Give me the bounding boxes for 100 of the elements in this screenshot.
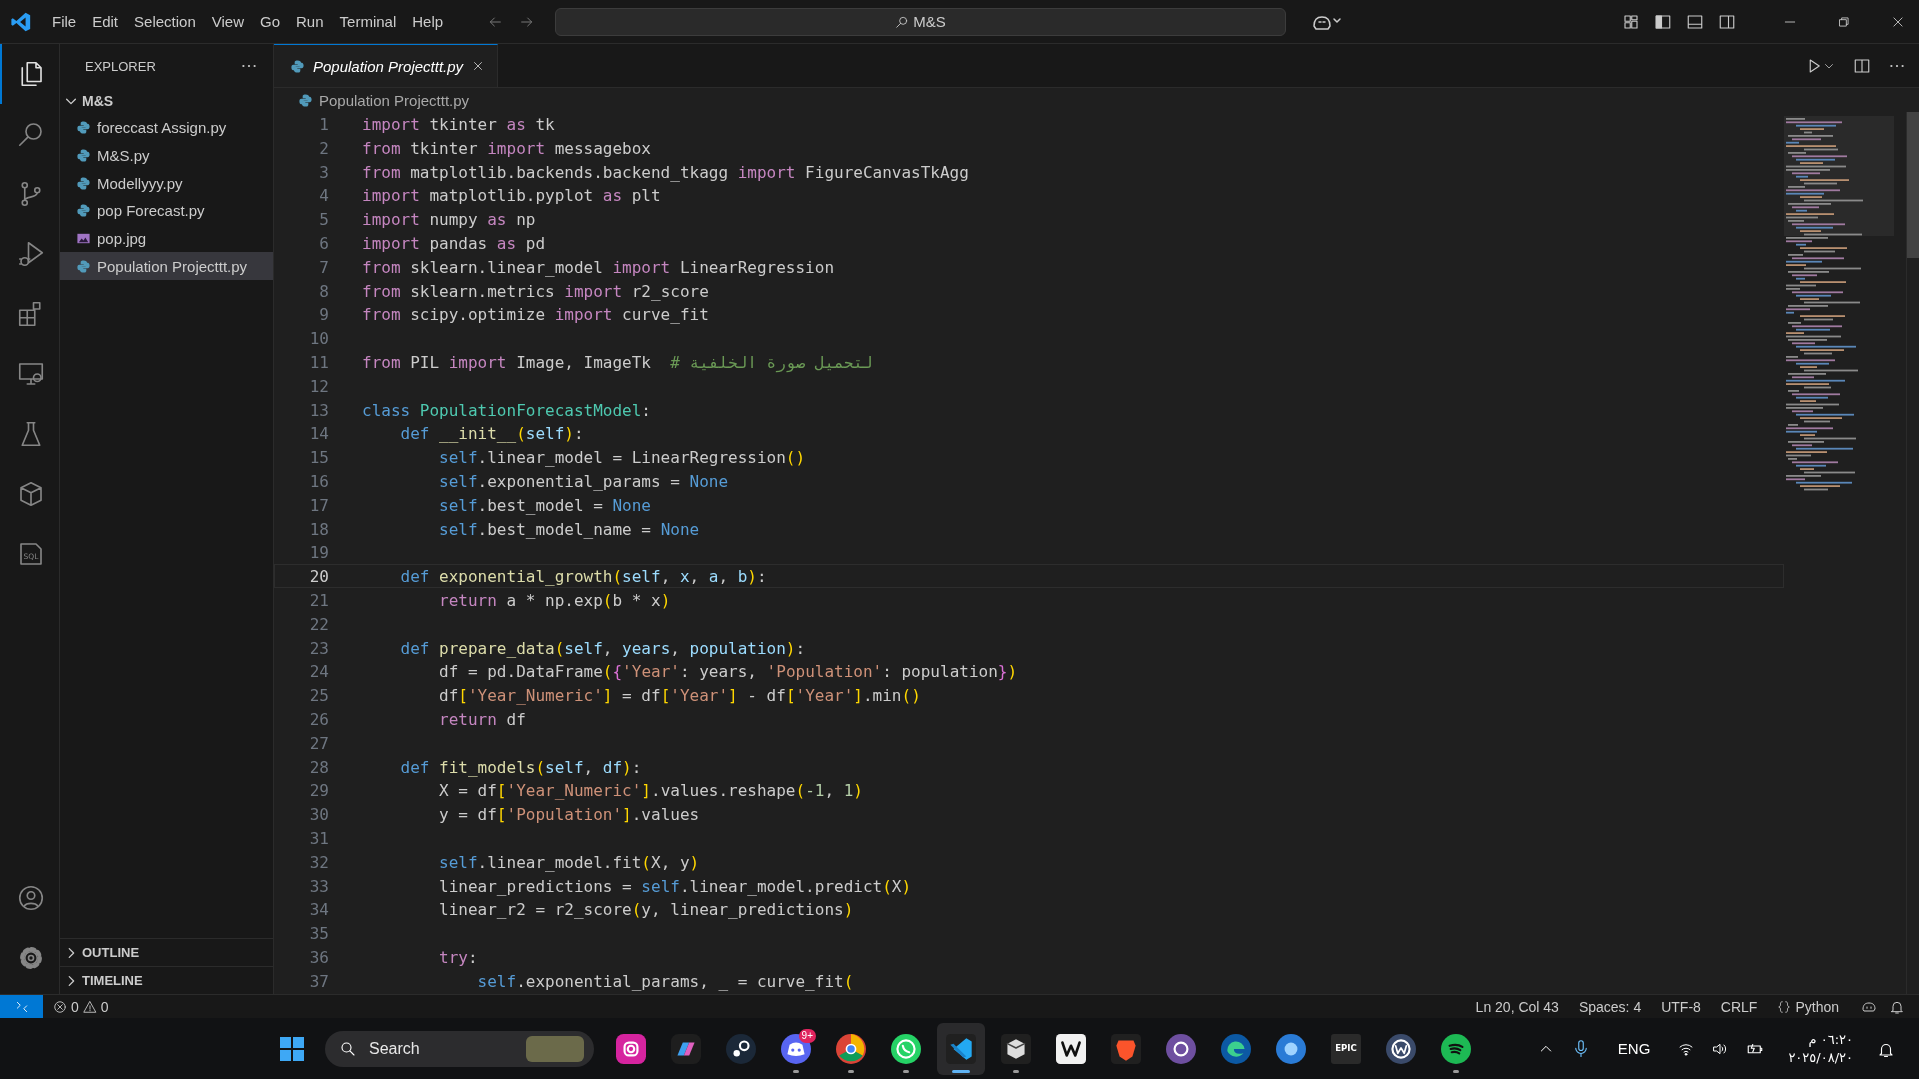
- code-line: import tkinter as tk: [362, 114, 555, 135]
- search-icon: [895, 14, 910, 29]
- taskbar-search[interactable]: Search: [325, 1030, 594, 1067]
- line-number: 15: [308, 447, 329, 468]
- close-icon[interactable]: [1891, 14, 1905, 29]
- file-name: Population Projecttt.py: [97, 257, 248, 275]
- line-number: 13: [308, 399, 329, 421]
- taskbar-app[interactable]: 9+: [772, 1022, 820, 1075]
- menu-item[interactable]: Help: [404, 9, 452, 34]
- more-icon[interactable]: [241, 64, 257, 68]
- code-line: df['Year_Numeric'] = df['Year'] - df['Year'].min(): [438, 685, 921, 706]
- app-icon: [946, 1033, 976, 1064]
- explorer-entry[interactable]: Modellyyy.py: [60, 169, 273, 198]
- line-number: 32: [308, 851, 329, 873]
- sidebar-section-header[interactable]: OUTLINE: [60, 938, 273, 966]
- layout-icon[interactable]: [1622, 12, 1640, 31]
- app-icon: [1221, 1033, 1251, 1064]
- breadcrumb-item[interactable]: Population Projecttt.py: [319, 91, 470, 109]
- menu-item[interactable]: Selection: [126, 9, 204, 34]
- menu-item[interactable]: File: [44, 9, 85, 34]
- menu-item[interactable]: Terminal: [331, 9, 405, 34]
- status-item[interactable]: Spaces: 4: [1568, 998, 1652, 1015]
- code-line: from matplotlib.backends.backend_tkagg import FigureCanvasTkAgg: [362, 161, 969, 183]
- section-title: OUTLINE: [82, 945, 140, 960]
- language-mode-button[interactable]: Python: [1767, 998, 1849, 1015]
- code-line: def exponential_growth(self, x, a, b):: [399, 566, 767, 587]
- status-item[interactable]: CRLF: [1710, 998, 1768, 1015]
- line-number: 2: [318, 137, 329, 159]
- line-number: 10: [308, 328, 329, 349]
- taskbar-app[interactable]: [937, 1022, 985, 1075]
- restore-icon[interactable]: [1837, 14, 1851, 29]
- command-center[interactable]: M&S: [555, 7, 1287, 36]
- file-name: foreccast Assign.py: [97, 119, 227, 137]
- line-number: 28: [308, 756, 329, 778]
- code-line: from scipy.optimize import curve_fit: [362, 304, 709, 326]
- search-icon: [339, 1039, 357, 1058]
- code-line: self.exponential_params = None: [438, 470, 729, 492]
- problems-button[interactable]: 0 0: [43, 998, 119, 1015]
- explorer-entry[interactable]: foreccast Assign.py: [60, 114, 273, 142]
- more-icon[interactable]: [1889, 63, 1905, 68]
- input-language[interactable]: ENG: [1617, 1040, 1651, 1057]
- code-line: linear_predictions = self.linear_model.predict(X): [438, 875, 912, 897]
- app-icon: [1441, 1033, 1471, 1064]
- python-file-icon: [76, 258, 91, 274]
- app-icon: [891, 1033, 921, 1064]
- scrollbar-thumb[interactable]: [1907, 112, 1919, 258]
- file-name: pop Forecast.py: [97, 202, 205, 220]
- status-item[interactable]: Ln 20, Col 43: [1465, 998, 1569, 1015]
- taskbar-app[interactable]: EPIC: [1322, 1022, 1370, 1075]
- python-file-icon: [76, 175, 91, 191]
- warning-icon: [82, 999, 97, 1014]
- line-number: 17: [308, 494, 329, 516]
- code-line: try:: [438, 946, 478, 968]
- app-icon: [1111, 1033, 1141, 1064]
- line-number: 16: [308, 470, 329, 492]
- python-file-icon: [76, 148, 91, 164]
- code-line: import matplotlib.pyplot as plt: [362, 185, 661, 207]
- braces-icon: [1777, 999, 1792, 1014]
- python-file-icon: [76, 120, 91, 136]
- menu-item[interactable]: Edit: [84, 9, 127, 34]
- folder-row[interactable]: M&S: [60, 88, 273, 114]
- code-line: self.best_model_name = None: [438, 518, 700, 540]
- explorer-entry[interactable]: Population Projecttt.py: [60, 252, 273, 281]
- app-icon: [1276, 1033, 1306, 1064]
- file-name: M&S.py: [97, 147, 150, 165]
- code-line: from sklearn.linear_model import LinearRegression: [362, 256, 834, 278]
- remote-arrows-icon: [14, 999, 29, 1014]
- line-number: 8: [318, 280, 329, 302]
- app-logo-icon: [10, 10, 32, 33]
- line-number: 22: [308, 613, 329, 635]
- clock[interactable]: ٠٦:٢٠ م ٢٠٢٥/٠٨/٢٠: [1788, 1030, 1853, 1067]
- explorer-entry[interactable]: pop.jpg: [60, 224, 273, 253]
- status-item[interactable]: UTF-8: [1651, 998, 1711, 1015]
- app-icon: EPIC: [1331, 1033, 1361, 1064]
- menu-item[interactable]: Run: [288, 9, 332, 34]
- line-number: 30: [308, 804, 329, 825]
- python-file-icon: [290, 58, 305, 74]
- menu-item[interactable]: Go: [252, 9, 288, 34]
- sidebar-toggle-icon[interactable]: [1654, 12, 1672, 31]
- file-name: pop.jpg: [97, 230, 147, 248]
- secondary-sidebar-icon[interactable]: [1718, 12, 1736, 31]
- line-number: 33: [308, 875, 329, 897]
- explorer-entry[interactable]: M&S.py: [60, 141, 273, 170]
- line-number: 19: [308, 542, 329, 564]
- app-icon: [1166, 1033, 1196, 1064]
- line-number: 25: [308, 685, 329, 706]
- split-editor-icon[interactable]: [1853, 56, 1871, 75]
- line-number: 5: [318, 209, 329, 230]
- panel-toggle-icon[interactable]: [1686, 12, 1704, 31]
- editor-tab[interactable]: Population Projecttt.py: [274, 44, 499, 87]
- python-file-icon: [298, 92, 313, 108]
- menu-item[interactable]: View: [203, 9, 252, 34]
- code-line: import numpy as np: [362, 209, 536, 230]
- windows-start-icon[interactable]: [278, 1034, 306, 1063]
- search-highlight-picture: [526, 1035, 584, 1062]
- tab-label: Population Projecttt.py: [313, 57, 464, 75]
- line-number: 36: [308, 946, 329, 968]
- code-line: X = df['Year_Numeric'].values.reshape(-1, 1): [438, 780, 863, 802]
- explorer-entry[interactable]: pop Forecast.py: [60, 197, 273, 225]
- line-number: 27: [308, 732, 329, 754]
